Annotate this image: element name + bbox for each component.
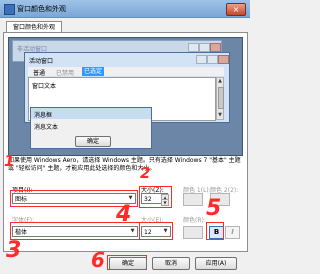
- close-icon: [218, 55, 229, 64]
- minimize-icon: [188, 43, 199, 52]
- preview-menubar: 普通 已禁用 已选定: [28, 67, 224, 77]
- menu-item-normal[interactable]: 普通: [33, 68, 45, 77]
- window-text: 窗口文本: [32, 83, 57, 90]
- annotation-box-font-size: [139, 222, 173, 240]
- annotation-box-size: [139, 186, 172, 208]
- active-window-title: 活动窗口: [29, 58, 54, 65]
- annotation-number-3: 3: [6, 238, 22, 263]
- italic-button[interactable]: I: [225, 226, 240, 239]
- font-color-picker[interactable]: [183, 226, 203, 239]
- maximize-icon: [207, 55, 218, 64]
- message-box-title: 消息框: [34, 112, 53, 119]
- minimize-icon: [196, 55, 207, 64]
- annotation-number-5: 5: [206, 196, 222, 221]
- scroll-up-icon: ▲: [218, 78, 222, 84]
- preview-ok-button[interactable]: 确定: [75, 136, 111, 147]
- menu-item-disabled[interactable]: 已禁用: [56, 68, 74, 77]
- annotation-number-4: 4: [116, 202, 132, 227]
- annotation-number-1: 1: [4, 152, 15, 170]
- preview-message-box[interactable]: 消息框 消息文本 确定: [30, 107, 152, 149]
- color1-picker[interactable]: [183, 193, 203, 206]
- scroll-down-icon: ▼: [218, 112, 222, 118]
- close-icon: [210, 43, 221, 52]
- preview-scrollbar[interactable]: ▲ ▼: [216, 77, 224, 120]
- cancel-button[interactable]: 取消: [152, 257, 190, 270]
- annotation-box-bold: [206, 222, 224, 240]
- message-text: 消息文本: [34, 124, 59, 131]
- maximize-icon: [199, 43, 210, 52]
- window-icon: [4, 4, 15, 15]
- menu-item-selected[interactable]: 已选定: [82, 67, 105, 76]
- window-title: 窗口颜色和外观: [17, 5, 66, 13]
- annotation-number-2: 2: [140, 164, 151, 182]
- scroll-thumb[interactable]: [218, 87, 224, 109]
- ok-button[interactable]: 确定: [109, 257, 147, 270]
- info-text: 如果使用 Windows Aero，请选择 Windows 主题。只有选择 Wi…: [8, 157, 241, 172]
- font-color-label: 颜色(R):: [183, 217, 206, 224]
- annotation-number-6: 6: [91, 248, 105, 272]
- apply-button[interactable]: 应用(A): [195, 257, 237, 270]
- title-bar: 窗口颜色和外观 ×: [0, 0, 250, 18]
- close-button[interactable]: ×: [226, 3, 246, 16]
- message-box-titlebar: 消息框: [31, 108, 151, 119]
